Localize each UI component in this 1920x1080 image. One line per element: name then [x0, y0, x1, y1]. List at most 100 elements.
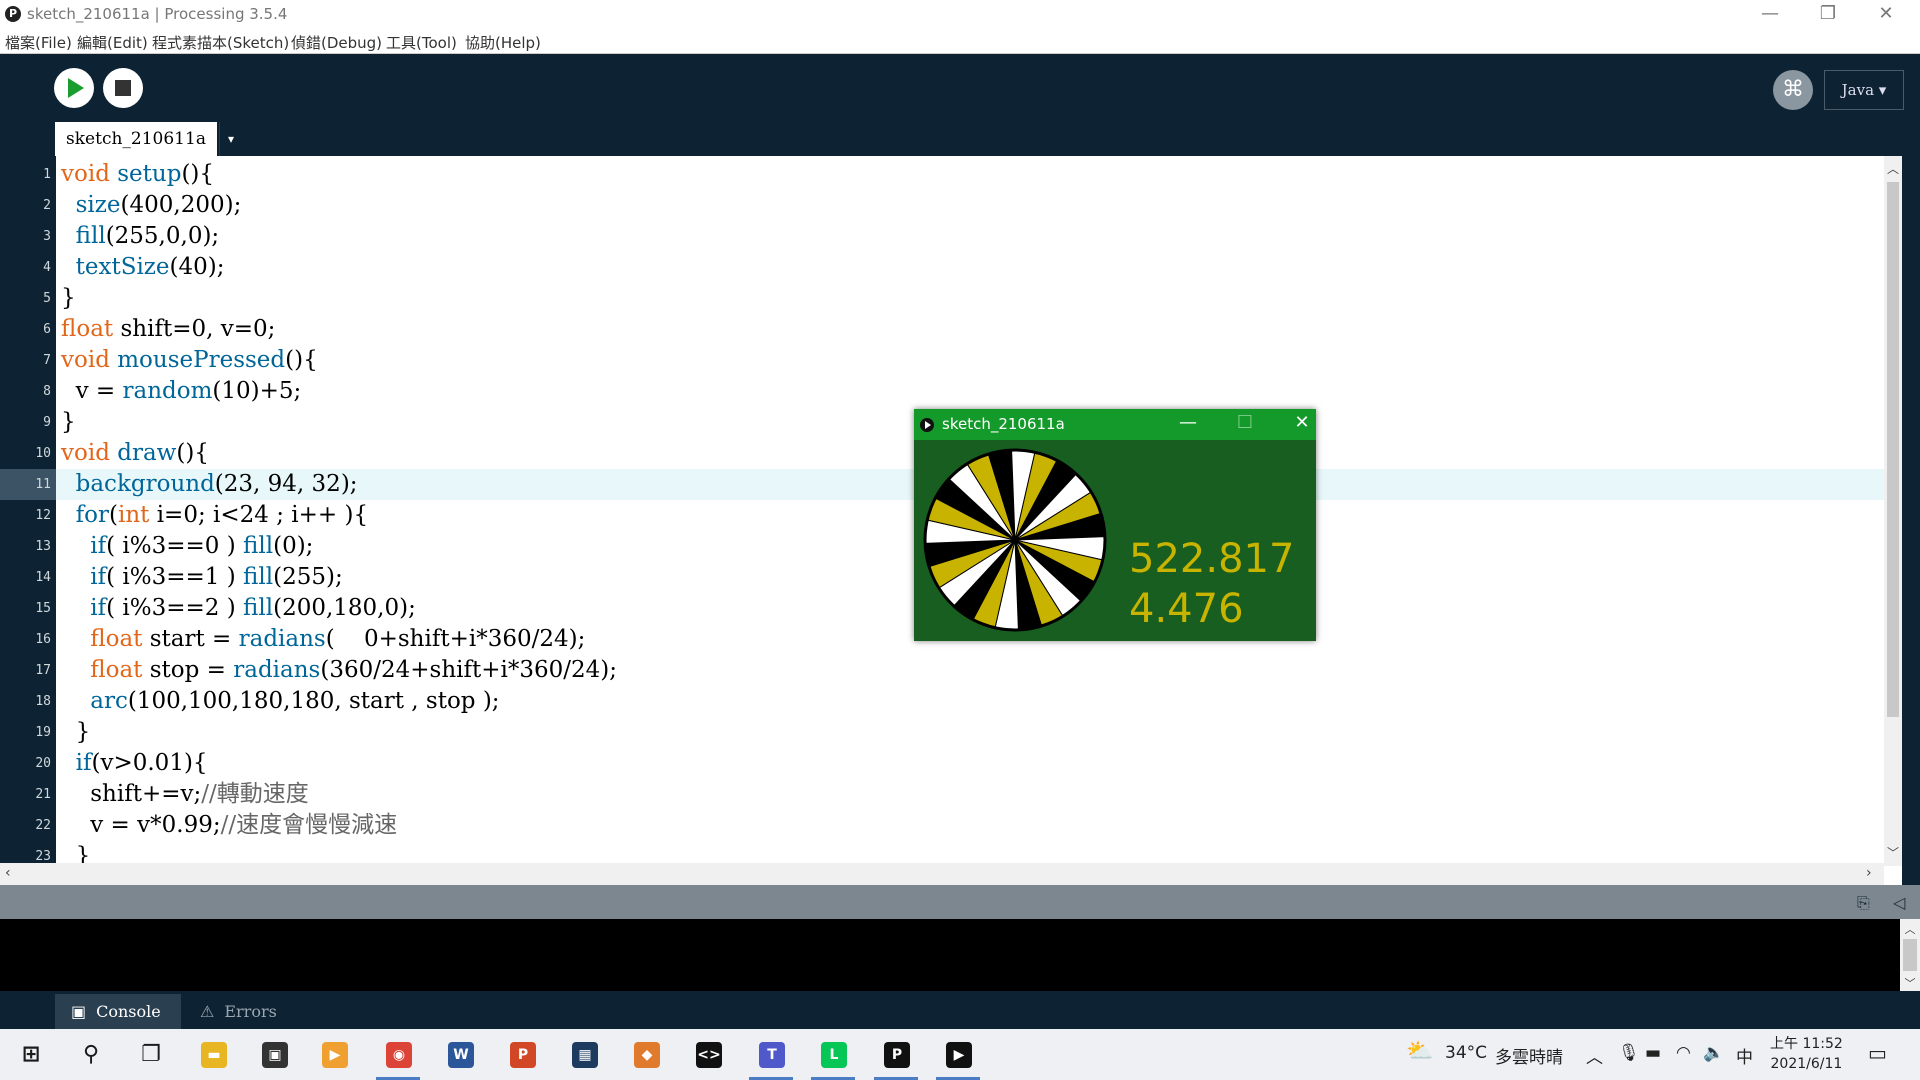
menu-sketch[interactable]: 程式素描本(Sketch)	[152, 32, 289, 53]
sketch-window[interactable]: sketch_210611a — ☐ ✕ 522.817 4.476	[914, 409, 1316, 641]
code-line[interactable]: void setup(){	[61, 159, 214, 190]
console-scrollbar[interactable]: ︿ ﹀	[1900, 919, 1920, 991]
processing-taskbar-button[interactable]: P	[866, 1029, 926, 1080]
line-taskbar-button[interactable]: L	[803, 1029, 863, 1080]
code-line[interactable]: void draw(){	[61, 438, 209, 469]
code-line[interactable]: float stop = radians(360/24+shift+i*360/…	[61, 655, 617, 686]
code-line[interactable]: float start = radians( 0+shift+i*360/24)…	[61, 624, 585, 655]
sketch-run-taskbar-button[interactable]: ▶	[928, 1029, 988, 1080]
search-taskbar-button[interactable]: ⚲	[60, 1029, 120, 1080]
code-line[interactable]: }	[61, 283, 76, 314]
tab-errors[interactable]: ⚠ Errors	[186, 994, 298, 1029]
word-taskbar-button[interactable]: W	[430, 1029, 490, 1080]
weather-desc[interactable]: 多雲時晴	[1495, 1043, 1563, 1068]
editor-horizontal-scrollbar[interactable]: ‹ ›	[0, 863, 1884, 885]
code-line[interactable]: if( i%3==2 ) fill(200,180,0);	[61, 593, 416, 624]
windows-start-taskbar-button[interactable]: ⊞	[0, 1029, 60, 1080]
scroll-thumb[interactable]	[1887, 182, 1899, 717]
code-line[interactable]: void mousePressed(){	[61, 345, 318, 376]
tab-console[interactable]: ▣ Console	[55, 994, 181, 1029]
run-button[interactable]	[54, 68, 94, 108]
code-line[interactable]: arc(100,100,180,180, start , stop );	[61, 686, 499, 717]
file-explorer-taskbar-button[interactable]: ▬	[183, 1029, 243, 1080]
code-token: }	[61, 409, 76, 435]
stop-button[interactable]	[103, 68, 143, 108]
sketch-minimize-button[interactable]: —	[1168, 412, 1208, 433]
code-line[interactable]: v = v*0.99;//速度會慢慢減速	[61, 810, 397, 841]
tab-menu-button[interactable]: ▾	[219, 122, 242, 156]
tab-errors-label: Errors	[224, 1002, 277, 1021]
menu-help[interactable]: 協助(Help)	[465, 32, 541, 53]
system-clock[interactable]: 上午 11:52 2021/6/11	[1770, 1034, 1843, 1074]
console-scroll-thumb[interactable]	[1903, 939, 1917, 971]
code-line[interactable]: shift+=v;//轉動速度	[61, 779, 309, 810]
copy-console-icon[interactable]: ⎘	[1857, 893, 1870, 913]
powerpoint-taskbar-button[interactable]: P	[492, 1029, 552, 1080]
code-app-taskbar-button[interactable]: <>	[678, 1029, 738, 1080]
code-line[interactable]: if(v>0.01){	[61, 748, 208, 779]
code-line[interactable]: if( i%3==1 ) fill(255);	[61, 562, 342, 593]
speaker-icon[interactable]: 🔈	[1703, 1043, 1724, 1063]
store-taskbar-button[interactable]: ▣	[244, 1029, 304, 1080]
app-diamond-taskbar-button[interactable]: ◆	[616, 1029, 676, 1080]
line-number: 16	[35, 632, 51, 647]
wifi-icon[interactable]: ◠	[1676, 1043, 1691, 1063]
code-token: (0);	[273, 533, 314, 559]
chrome-taskbar-button[interactable]: ◉	[368, 1029, 428, 1080]
code-token: (){	[176, 440, 209, 466]
collapse-console-icon[interactable]: ◁	[1893, 893, 1905, 912]
scroll-down-icon[interactable]: ﹀	[1884, 844, 1902, 861]
code-line[interactable]: float shift=0, v=0;	[61, 314, 275, 345]
code-line[interactable]: }	[61, 717, 91, 748]
sketch-maximize-button[interactable]: ☐	[1225, 412, 1265, 433]
minimize-button[interactable]: —	[1742, 0, 1798, 30]
code-line[interactable]: v = random(10)+5;	[61, 376, 302, 407]
restore-button[interactable]: ❐	[1800, 0, 1856, 30]
sketch-close-button[interactable]: ✕	[1282, 412, 1322, 433]
code-line[interactable]: }	[61, 841, 91, 863]
notification-icon[interactable]: ▭	[1868, 1041, 1887, 1065]
app-grid-taskbar-button[interactable]: ▦	[554, 1029, 614, 1080]
sketch-title-bar[interactable]: sketch_210611a — ☐ ✕	[914, 409, 1316, 440]
code-line[interactable]: size(400,200);	[61, 190, 242, 221]
task-view-taskbar-button[interactable]: ❐	[120, 1029, 180, 1080]
cloud-sun-icon[interactable]: ⛅	[1406, 1039, 1433, 1064]
menu-file[interactable]: 檔案(File)	[5, 32, 72, 53]
code-line[interactable]: if( i%3==0 ) fill(0);	[61, 531, 313, 562]
code-line[interactable]: }	[61, 407, 76, 438]
scroll-left-icon[interactable]: ‹	[5, 865, 11, 881]
code-line[interactable]: for(int i=0; i<24 ; i++ ){	[61, 500, 368, 531]
scroll-up-icon[interactable]: ︿	[1884, 160, 1902, 177]
media-player-taskbar-button[interactable]: ▶	[304, 1029, 364, 1080]
microphone-icon[interactable]: 🎙	[1618, 1043, 1640, 1063]
code-line[interactable]: fill(255,0,0);	[61, 221, 220, 252]
console-scroll-down-icon[interactable]: ﹀	[1900, 975, 1920, 991]
close-window-button[interactable]: ✕	[1858, 0, 1914, 30]
menu-debug[interactable]: 偵錯(Debug)	[291, 32, 382, 53]
mode-selector[interactable]: Java ▾	[1824, 70, 1904, 110]
line-number: 4	[43, 260, 51, 275]
battery-icon[interactable]: ▬	[1645, 1043, 1661, 1063]
task-view-icon: ❐	[141, 1042, 161, 1067]
sketch-run-icon	[920, 418, 934, 432]
teams-taskbar-button[interactable]: T	[741, 1029, 801, 1080]
tab-sketch[interactable]: sketch_210611a	[55, 122, 217, 156]
code-line[interactable]: textSize(40);	[61, 252, 225, 283]
code-line[interactable]: background(23, 94, 32);	[61, 469, 358, 500]
sketch-window-title: sketch_210611a	[942, 415, 1065, 433]
menu-edit[interactable]: 編輯(Edit)	[77, 32, 148, 53]
line-number: 22	[35, 818, 51, 833]
debugger-button[interactable]: ⌘	[1773, 70, 1813, 110]
code-token: background	[75, 471, 215, 497]
menu-tool[interactable]: 工具(Tool)	[386, 32, 457, 53]
code-token: int	[117, 502, 150, 528]
sketch-canvas[interactable]: 522.817 4.476	[915, 440, 1315, 640]
line-number: 20	[35, 756, 51, 771]
weather-temp[interactable]: 34°C	[1445, 1043, 1487, 1063]
chevron-up-icon[interactable]: ︿	[1586, 1043, 1603, 1068]
scroll-right-icon[interactable]: ›	[1866, 865, 1872, 881]
editor-vertical-scrollbar[interactable]: ︿ ﹀	[1884, 156, 1902, 866]
console-scroll-up-icon[interactable]: ︿	[1900, 921, 1920, 937]
ime-indicator[interactable]: 中	[1736, 1043, 1753, 1068]
console-output[interactable]	[0, 919, 1900, 991]
